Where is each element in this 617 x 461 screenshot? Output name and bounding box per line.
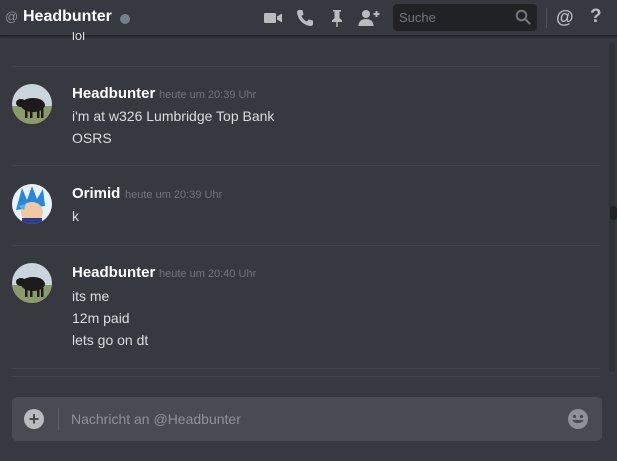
status-dot-icon [120, 14, 130, 24]
message-input[interactable] [68, 397, 548, 441]
message-composer: + [12, 397, 602, 441]
message-divider [12, 368, 600, 369]
help-icon[interactable]: ? [590, 6, 602, 28]
message-group: Headbunter heute um 20:39 Uhr i'm at w32… [0, 66, 605, 164]
emoji-icon[interactable] [567, 408, 589, 430]
message-text: its me [72, 288, 110, 304]
message-author[interactable]: Headbunter [72, 85, 155, 102]
pin-icon[interactable] [327, 8, 347, 28]
search-input[interactable] [393, 4, 511, 31]
message-text: 12m paid [72, 310, 130, 326]
previous-message-fragment: lol [72, 32, 86, 43]
search-icon[interactable] [515, 9, 531, 25]
message-text: lets go on dt [72, 332, 149, 348]
add-friend-icon[interactable] [358, 8, 380, 28]
message-group: Orimid heute um 20:39 Uhr k [0, 165, 605, 245]
header-divider [546, 8, 547, 28]
message-author[interactable]: Orimid [72, 185, 120, 202]
avatar[interactable] [12, 263, 52, 303]
plus-glyph: + [28, 408, 40, 429]
message-text: OSRS [72, 130, 112, 146]
search-box[interactable] [393, 4, 537, 31]
message-author[interactable]: Headbunter [72, 264, 155, 281]
composer-divider [12, 376, 600, 377]
message-timestamp: heute um 20:39 Uhr [125, 189, 223, 201]
phone-call-icon[interactable] [295, 8, 315, 28]
message-timestamp: heute um 20:40 Uhr [159, 268, 257, 280]
message-text: i'm at w326 Lumbridge Top Bank [72, 108, 275, 124]
avatar[interactable] [12, 84, 52, 124]
channel-header: @ Headbunter @ ? [0, 0, 617, 36]
dm-at-icon: @ [5, 9, 19, 24]
mention-icon[interactable]: @ [556, 7, 574, 28]
channel-name: Headbunter [23, 8, 112, 25]
upload-plus-icon[interactable]: + [24, 409, 44, 429]
video-call-icon[interactable] [263, 8, 283, 28]
composer-divider-vertical [58, 408, 59, 430]
message-timestamp: heute um 20:39 Uhr [159, 89, 257, 101]
avatar[interactable] [12, 184, 52, 224]
scrollbar-thumb[interactable] [610, 206, 617, 220]
message-group: Headbunter heute um 20:40 Uhr its me 12m… [0, 245, 605, 367]
message-text: k [72, 208, 79, 224]
